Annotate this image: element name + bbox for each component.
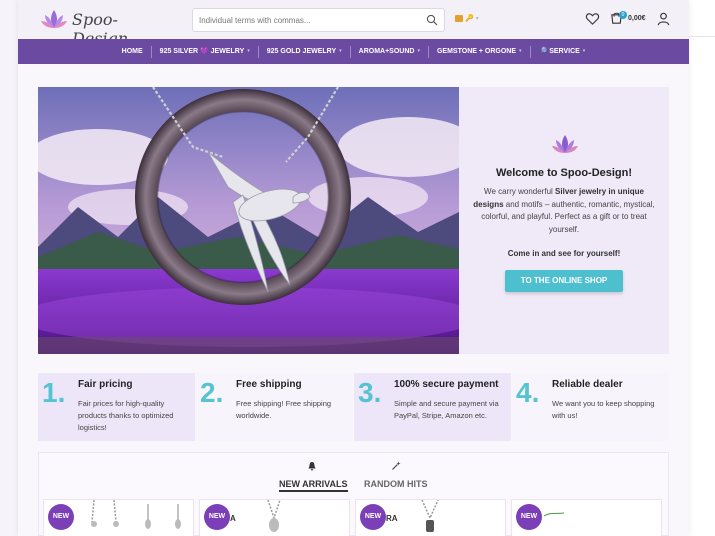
new-badge: NEW [360,504,386,530]
feature-description: Simple and secure payment via PayPal, St… [394,399,499,420]
chevron-down-icon: ▾ [519,48,522,54]
feature-description: Fair prices for high-quality products th… [78,399,174,432]
product-card[interactable]: NEW [511,499,662,536]
hero-text-panel: Welcome to Spoo-Design! We carry wonderf… [459,87,669,354]
chevron-down-icon: ▾ [247,48,250,54]
search-input[interactable] [199,12,414,28]
chevron-down-icon: ▾ [339,48,342,54]
nav-item-gemstone-orgone[interactable]: GEMSTONE + ORGONE ▾ [429,39,530,64]
feature-title: Fair pricing [78,379,133,390]
features-row: 1. Fair pricing Fair prices for high-qua… [38,373,669,441]
language-switcher[interactable]: 🔑 ▾ [455,14,479,22]
page: Spoo-Design 🔑 ▾ 0 0,00€ HO [18,0,689,536]
feature-title: 100% secure payment [394,379,499,390]
chevron-down-icon: ▾ [582,48,586,54]
nav-item-service[interactable]: 🔎 SERVICE ▾ [531,39,594,64]
scrollbar-area [689,0,715,536]
feature-reliable-dealer: 4. Reliable dealer We want you to keep s… [512,373,669,441]
site-logo[interactable]: Spoo-Design [40,6,150,48]
hero-invite-text: Come in and see for yourself! [507,249,621,258]
lotus-logo-icon [41,10,67,28]
key-icon: 🔑 [465,15,474,22]
feature-title: Reliable dealer [552,379,623,390]
cart-count-badge: 0 [619,11,627,19]
new-badge: NEW [204,504,230,530]
site-header: Spoo-Design 🔑 ▾ 0 0,00€ [18,0,689,48]
search-box [192,8,445,32]
feature-title: Free shipping [236,379,302,390]
hero-image[interactable] [38,87,459,354]
product-tabs-section: NEW ARRIVALS RANDOM HITS NEW A NEW RA NE… [38,452,669,536]
lotus-icon [552,135,578,153]
feature-number: 3. [358,377,382,408]
feature-secure-payment: 3. 100% secure payment Simple and secure… [354,373,511,441]
main-navigation: HOME 925 SILVER 💜 JEWELRY ▾ 925 GOLD JEWE… [18,39,689,64]
product-card[interactable]: NEW [43,499,194,536]
feature-description: Free shipping! Free shipping worldwide. [236,399,332,420]
user-account-icon[interactable] [656,11,671,26]
feature-description: We want you to keep shopping with us! [552,399,655,420]
magic-wand-icon [392,461,401,470]
feature-number: 4. [516,377,540,408]
product-brand-text: RA [386,514,398,523]
hero-banner: Welcome to Spoo-Design! We carry wonderf… [38,87,669,354]
feature-fair-pricing: 1. Fair pricing Fair prices for high-qua… [38,373,195,441]
new-badge: NEW [516,504,542,530]
product-brand-text: A [230,514,236,523]
product-card[interactable]: A NEW [199,499,350,536]
nav-item-home[interactable]: HOME [114,39,151,64]
nav-item-silver-jewelry[interactable]: 925 SILVER 💜 JEWELRY ▾ [152,39,258,64]
new-badge: NEW [48,504,74,530]
feature-number: 2. [200,377,224,408]
flag-icon [455,14,463,22]
hero-title: Welcome to Spoo-Design! [495,167,633,179]
search-icon[interactable] [426,14,438,26]
feature-number: 1. [42,377,66,408]
feature-free-shipping: 2. Free shipping Free shipping! Free shi… [196,373,353,441]
swallow-necklace-image [38,87,459,354]
chevron-down-icon: ▾ [417,48,420,54]
chevron-down-icon: ▾ [475,15,479,22]
bell-icon [308,462,316,471]
nav-item-gold-jewelry[interactable]: 925 GOLD JEWELRY ▾ [259,39,350,64]
online-shop-button[interactable]: TO THE ONLINE SHOP [505,270,623,292]
cart-total[interactable]: 0,00€ [628,15,646,22]
nav-item-aroma-sound[interactable]: AROMA+SOUND ▾ [351,39,428,64]
hero-description: We carry wonderful Silver jewelry in uni… [473,187,655,234]
product-card[interactable]: RA NEW [355,499,506,536]
wishlist-heart-icon[interactable] [585,11,600,26]
tab-new-arrivals[interactable]: NEW ARRIVALS [279,479,348,492]
tab-random-hits[interactable]: RANDOM HITS [364,479,428,489]
